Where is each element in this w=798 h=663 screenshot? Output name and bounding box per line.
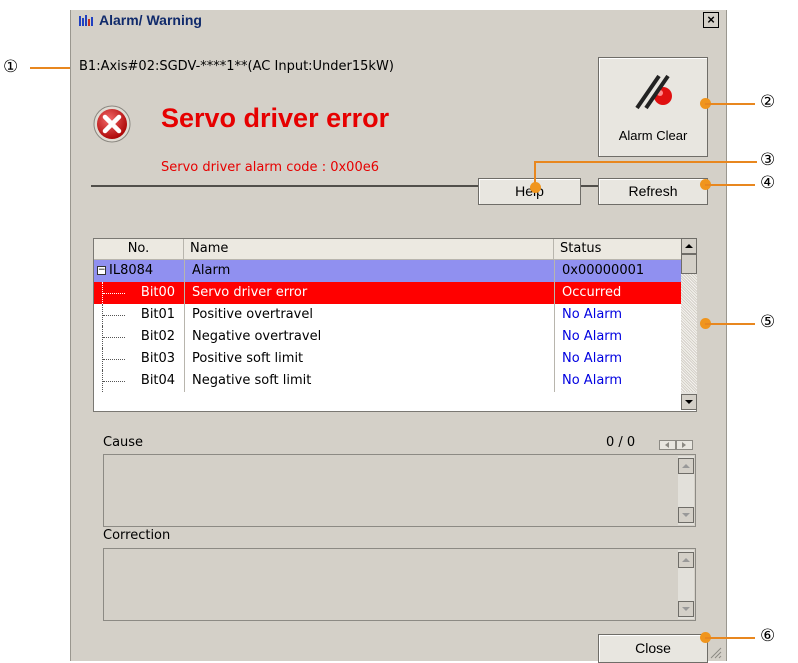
- table-row[interactable]: Bit01 Positive overtravel No Alarm: [94, 304, 685, 326]
- cause-text-area[interactable]: [103, 454, 696, 527]
- callout-2: ②: [760, 92, 776, 112]
- scroll-down-icon[interactable]: [678, 601, 694, 617]
- table-header: No. Name Status: [94, 239, 685, 260]
- error-title: Servo driver error: [161, 103, 390, 133]
- collapse-icon[interactable]: −: [97, 266, 106, 275]
- callout-4: ④: [760, 173, 776, 193]
- col-status-header[interactable]: Status: [554, 239, 685, 259]
- correction-scrollbar[interactable]: [678, 550, 694, 619]
- row-no: Bit02: [140, 329, 176, 344]
- table-row[interactable]: Bit02 Negative overtravel No Alarm: [94, 326, 685, 348]
- scroll-up-icon[interactable]: [678, 458, 694, 474]
- cause-counter: 0 / 0: [606, 435, 636, 450]
- cause-scrollbar[interactable]: [678, 456, 694, 525]
- scroll-down-icon[interactable]: [681, 394, 697, 410]
- row-no: Bit01: [140, 307, 176, 322]
- alarm-code: Servo driver alarm code : 0x00e6: [161, 160, 379, 175]
- table-row[interactable]: Bit04 Negative soft limit No Alarm: [94, 370, 685, 392]
- row-name: Negative overtravel: [192, 329, 322, 344]
- row-no: Bit03: [140, 351, 176, 366]
- table-row[interactable]: Bit03 Positive soft limit No Alarm: [94, 348, 685, 370]
- scroll-up-icon[interactable]: [681, 238, 697, 254]
- error-icon: [93, 105, 131, 143]
- alarm-table: No. Name Status − IL8084 Alarm 0x0000000…: [93, 238, 697, 412]
- col-name-header[interactable]: Name: [184, 239, 554, 259]
- scroll-up-icon[interactable]: [678, 552, 694, 568]
- help-button[interactable]: Help: [478, 178, 581, 205]
- callout-4-line: [705, 184, 755, 186]
- scroll-track[interactable]: [681, 274, 697, 392]
- callout-6-line: [705, 637, 755, 639]
- row-status: No Alarm: [562, 373, 623, 388]
- group-name: Alarm: [192, 263, 231, 278]
- axis-info: B1:Axis#02:SGDV-****1**(AC Input:Under15…: [79, 59, 394, 74]
- callout-5: ⑤: [760, 312, 776, 332]
- table-scrollbar[interactable]: [681, 238, 697, 410]
- callout-1: ①: [3, 57, 19, 77]
- group-no: IL8084: [109, 263, 154, 278]
- group-status: 0x00000001: [562, 263, 645, 278]
- correction-text-area[interactable]: [103, 548, 696, 621]
- scroll-thumb[interactable]: [681, 254, 697, 274]
- row-status: No Alarm: [562, 351, 623, 366]
- callout-3-dot: [530, 182, 541, 193]
- row-name: Servo driver error: [192, 285, 308, 300]
- correction-label: Correction: [103, 528, 171, 543]
- row-name: Negative soft limit: [192, 373, 312, 388]
- callout-3: ③: [760, 150, 776, 170]
- alarm-warning-dialog: Alarm/ Warning × B1:Axis#02:SGDV-****1**…: [70, 10, 727, 663]
- app-icon: [78, 14, 94, 28]
- refresh-button[interactable]: Refresh: [598, 178, 708, 205]
- pager-arrows-icon[interactable]: [659, 440, 693, 450]
- alarm-clear-label: Alarm Clear: [618, 128, 688, 143]
- close-button[interactable]: Close: [598, 634, 708, 663]
- callout-5-line: [705, 323, 755, 325]
- col-no-header[interactable]: No.: [94, 239, 184, 259]
- alarm-clear-icon: [635, 74, 672, 110]
- cause-label: Cause: [103, 435, 144, 450]
- callout-2-line: [705, 103, 755, 105]
- row-name: Positive overtravel: [192, 307, 313, 322]
- scroll-down-icon[interactable]: [678, 507, 694, 523]
- row-status: Occurred: [562, 285, 622, 300]
- close-icon[interactable]: ×: [703, 12, 719, 28]
- resize-grip-icon[interactable]: [708, 645, 722, 659]
- callout-6: ⑥: [760, 626, 776, 646]
- callout-3-line: [535, 161, 757, 163]
- row-no: Bit04: [140, 373, 176, 388]
- row-no: Bit00: [140, 285, 176, 300]
- table-group-row[interactable]: − IL8084 Alarm 0x00000001: [94, 260, 685, 282]
- alarm-clear-button[interactable]: Alarm Clear: [598, 57, 708, 157]
- table-row[interactable]: Bit00 Servo driver error Occurred: [94, 282, 685, 304]
- row-status: No Alarm: [562, 329, 623, 344]
- row-status: No Alarm: [562, 307, 623, 322]
- title-bar: Alarm/ Warning ×: [71, 10, 726, 31]
- row-name: Positive soft limit: [192, 351, 304, 366]
- window-title: Alarm/ Warning: [99, 12, 202, 28]
